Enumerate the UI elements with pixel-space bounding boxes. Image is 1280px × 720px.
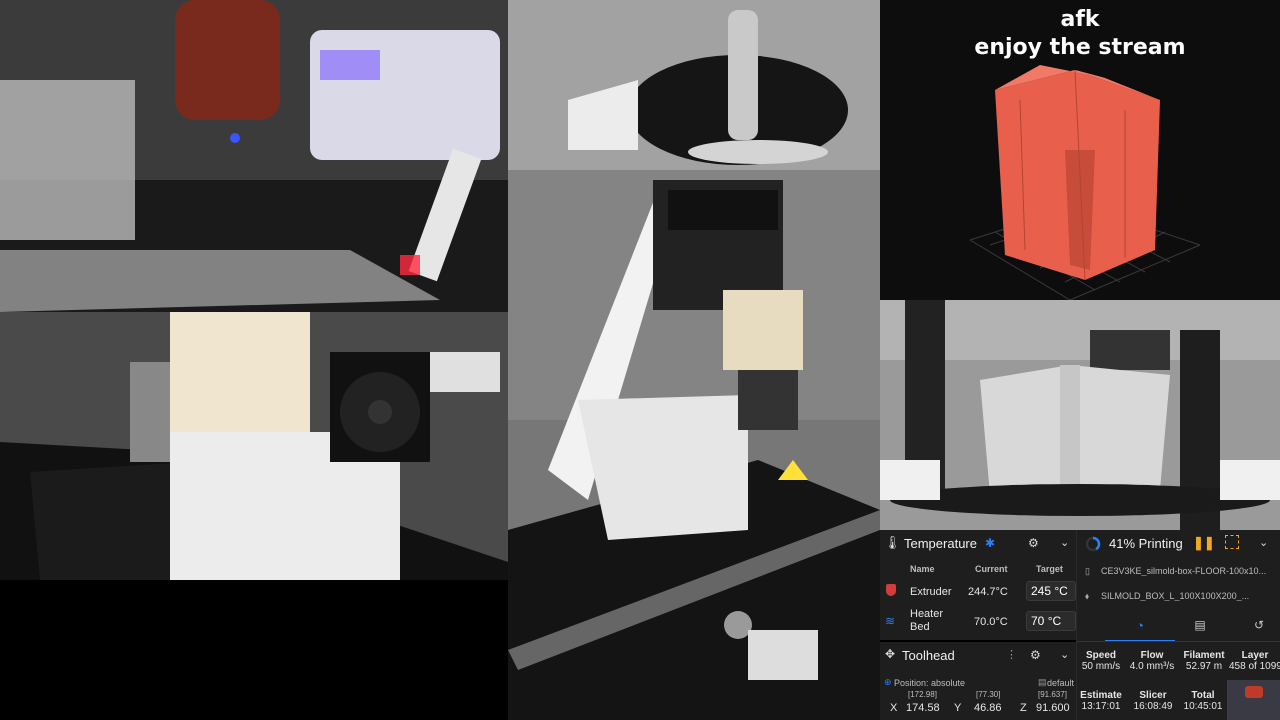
toolhead-chevron-icon[interactable]: ⌄ — [1060, 648, 1069, 661]
time-slicer: Slicer 16:08:49 — [1129, 690, 1177, 712]
more-vertical-icon[interactable]: ⋮ — [1006, 648, 1017, 661]
extruder-icon — [886, 584, 896, 596]
camera-feed-enclosure — [880, 300, 1280, 530]
camera-feed-front — [508, 170, 880, 720]
extruder-name: Extruder — [910, 586, 952, 598]
time-estimate: Estimate 13:17:01 — [1077, 690, 1125, 712]
pause-icon[interactable]: ❚❚ — [1193, 535, 1215, 551]
extruder-target-input[interactable]: 245 °C — [1026, 581, 1076, 601]
print-status: 41% Printing — [1109, 536, 1183, 551]
file-icon: ▯ — [1085, 566, 1090, 576]
heater-bed-target-input[interactable]: 70 °C — [1026, 611, 1076, 631]
toolhead-panel: ✥ Toolhead ⋮ ⚙ ⌄ ⊕ Position: absolute ▤ … — [880, 642, 1076, 720]
time-slicer-value: 16:08:49 — [1133, 701, 1173, 712]
object-filename[interactable]: SILMOLD_BOX_L_100X100X200_... — [1101, 591, 1271, 601]
axis-x-raw: [172.98] — [908, 690, 937, 699]
stat-flow-label: Flow — [1140, 650, 1164, 661]
stat-layer-value: 458 of 1099 — [1229, 661, 1280, 672]
camera-feed-top — [508, 0, 880, 170]
axis-z-label: Z — [1020, 702, 1027, 714]
stat-filament-value: 52.97 m — [1185, 661, 1223, 672]
stat-speed: Speed 50 mm/s — [1079, 650, 1123, 672]
settings-gear-icon[interactable]: ⚙ — [1028, 536, 1039, 550]
axis-y-label: Y — [954, 702, 962, 714]
extruder-target-unit: °C — [1054, 584, 1068, 598]
move-arrows-icon: ✥ — [885, 647, 896, 661]
thermometer-icon: 🌡︎ — [884, 535, 901, 550]
column-name: Name — [910, 564, 935, 574]
camera-feed-side — [0, 312, 508, 580]
toolhead-gear-icon[interactable]: ⚙ — [1030, 648, 1041, 662]
tabs-divider — [1077, 641, 1280, 642]
tab-files[interactable]: ▤ — [1175, 618, 1225, 640]
time-estimate-label: Estimate — [1080, 690, 1122, 701]
tab-status[interactable]: ◔ — [1105, 618, 1175, 642]
temperature-title: Temperature — [904, 535, 977, 551]
print-chevron-icon[interactable]: ⌄ — [1259, 536, 1268, 549]
extruder-current: 244.7°C — [968, 586, 1008, 598]
extruder-target-value: 245 — [1031, 584, 1052, 598]
stat-filament-label: Filament — [1183, 650, 1225, 661]
heater-bed-target-value: 70 — [1031, 614, 1045, 628]
object-icon: ⬧ — [1085, 591, 1090, 601]
print-status-panel: 41% Printing ❚❚ ⌄ ▯ CE3V3KE_silmold-box-… — [1076, 530, 1280, 720]
crosshair-icon: ⊕ — [884, 677, 892, 687]
profile-name[interactable]: default — [1047, 678, 1074, 688]
file-list-icon: ▤ — [1194, 618, 1206, 632]
axis-y-raw: [77.30] — [976, 690, 1001, 699]
webcam-thumbnail — [1227, 680, 1280, 720]
stat-filament: Filament 52.97 m — [1179, 650, 1229, 672]
stat-layer-label: Layer — [1241, 650, 1269, 661]
stat-flow-value: 4.0 mm³/s — [1129, 661, 1175, 672]
heater-bed-target-unit: °C — [1047, 614, 1062, 628]
time-total: Total 10:45:01 — [1179, 690, 1227, 712]
axis-x-label: X — [890, 702, 898, 714]
heater-bed-name-line1: Heater — [910, 608, 944, 620]
heater-bed-current: 70.0°C — [974, 616, 1008, 628]
column-target: Target — [1036, 564, 1063, 574]
tab-history[interactable]: ↺ — [1237, 618, 1280, 640]
time-total-value: 10:45:01 — [1183, 701, 1223, 712]
stat-flow: Flow 4.0 mm³/s — [1127, 650, 1177, 672]
chevron-down-icon[interactable]: ⌄ — [1060, 536, 1069, 549]
axis-y-value[interactable]: 46.86 — [974, 702, 1002, 714]
position-mode: Position: absolute — [894, 678, 966, 688]
axis-x-value[interactable]: 174.58 — [906, 702, 940, 714]
toolhead-title: Toolhead — [902, 648, 955, 663]
time-total-label: Total — [1191, 690, 1215, 701]
progress-ring-icon — [1085, 536, 1101, 552]
fullscreen-icon[interactable] — [1225, 535, 1239, 549]
gcode-filename[interactable]: CE3V3KE_silmold-box-FLOOR-100x10... — [1101, 566, 1279, 576]
overlay-line-2: enjoy the stream — [974, 35, 1186, 60]
heater-bed-icon: ≋ — [885, 614, 896, 628]
axis-z-raw: [91.637] — [1038, 690, 1067, 699]
snowflake-icon[interactable]: ✱ — [985, 536, 995, 550]
gauge-icon: ◔ — [1136, 618, 1144, 633]
stat-layer: Layer 458 of 1099 — [1229, 650, 1280, 672]
history-icon: ↺ — [1253, 618, 1265, 632]
stream-overlay: afk enjoy the stream — [880, 6, 1280, 62]
time-slicer-label: Slicer — [1139, 690, 1167, 701]
stat-speed-label: Speed — [1085, 650, 1116, 661]
camera-feed-nozzle — [0, 0, 508, 312]
stat-speed-value: 50 mm/s — [1081, 661, 1121, 672]
heater-bed-name: Heater Bed — [910, 608, 943, 634]
profile-icon: ▤ — [1038, 677, 1047, 687]
overlay-line-1: afk — [1060, 7, 1100, 32]
temperature-panel: 🌡︎ Temperature ✱ ⚙ ⌄ Name Current Target… — [880, 530, 1076, 640]
time-estimate-value: 13:17:01 — [1081, 701, 1121, 712]
heater-bed-name-line2: Bed — [910, 621, 930, 633]
column-current: Current — [975, 564, 1008, 574]
axis-z-value[interactable]: 91.600 — [1036, 702, 1070, 714]
